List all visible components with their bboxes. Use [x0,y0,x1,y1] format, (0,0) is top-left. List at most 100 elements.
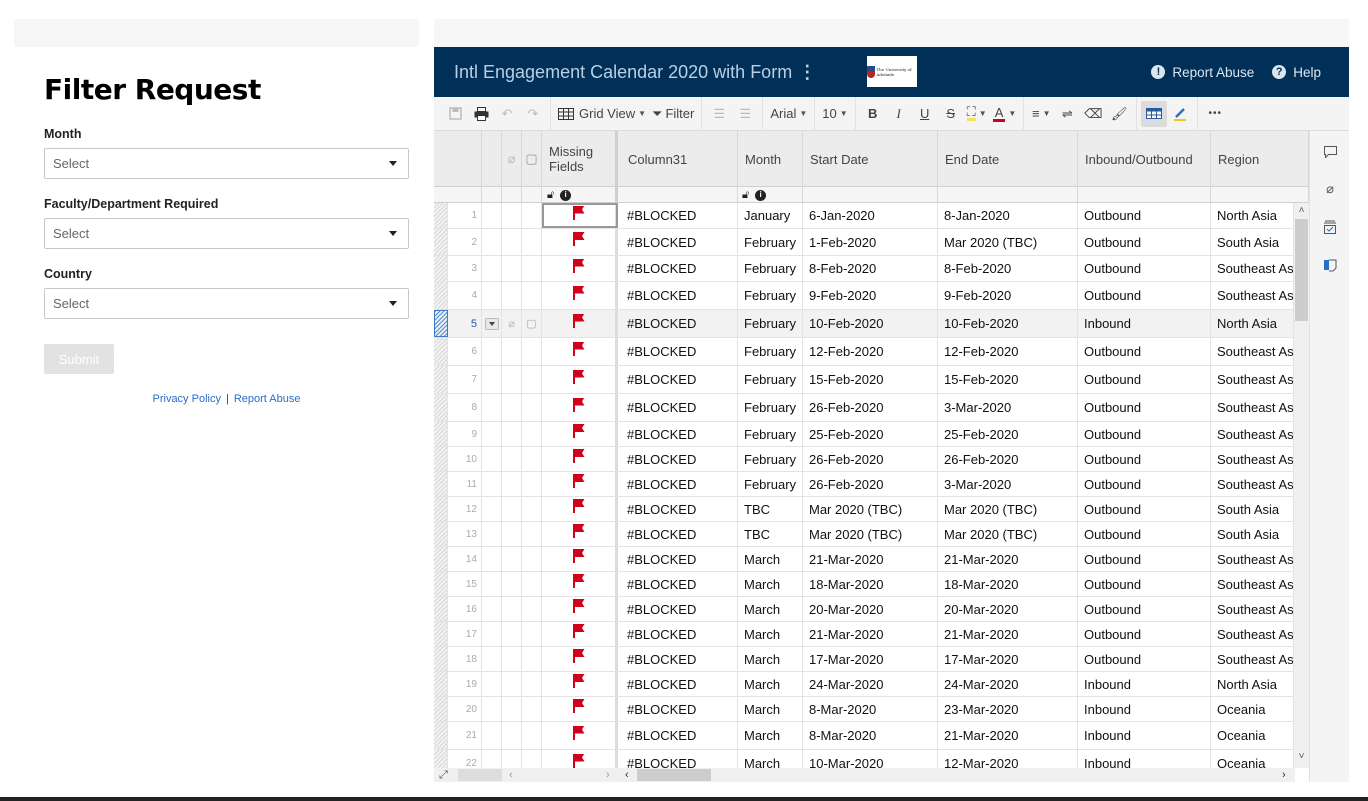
cell-missing-fields[interactable] [542,472,618,496]
cell-region[interactable]: Southeast Asia [1211,394,1294,421]
table-row[interactable]: 10 #BLOCKED February 26-Feb-2020 26-Feb-2020… [434,447,1294,472]
outdent-icon[interactable]: ☰ [706,101,732,127]
row-attachment-cell[interactable] [502,229,522,255]
table-row[interactable]: 12 #BLOCKED TBC Mar 2020 (TBC) Mar 2020 (TBC… [434,497,1294,522]
row-attachment-cell[interactable] [502,647,522,671]
bold-button[interactable]: B [860,101,886,127]
row-drag-handle[interactable] [434,422,448,446]
row-comment-cell[interactable] [522,750,542,768]
cell-missing-fields[interactable] [542,282,618,309]
report-abuse-button[interactable]: ! Report Abuse [1151,65,1254,80]
row-comment-cell[interactable] [522,472,542,496]
row-menu-cell[interactable] [482,522,502,546]
column-header-column31[interactable]: Column31 [621,131,738,187]
cell-end-date[interactable]: 23-Mar-2020 [938,697,1078,721]
cell-month[interactable]: February [738,394,803,421]
cell-column31[interactable]: #BLOCKED [621,750,738,768]
row-drag-handle[interactable] [434,572,448,596]
row-comment-cell[interactable]: ▢ [522,310,542,337]
cell-start-date[interactable]: 12-Feb-2020 [803,338,938,365]
row-drag-handle[interactable] [434,229,448,255]
cell-start-date[interactable]: Mar 2020 (TBC) [803,522,938,546]
cell-start-date[interactable]: 6-Jan-2020 [803,203,938,228]
row-attachment-cell[interactable] [502,366,522,393]
cell-month[interactable]: February [738,366,803,393]
row-drag-handle[interactable] [434,472,448,496]
row-comment-cell[interactable] [522,203,542,228]
row-comment-cell[interactable] [522,338,542,365]
cell-column31[interactable]: #BLOCKED [621,597,738,621]
cell-missing-fields[interactable] [542,622,618,646]
row-attachment-cell[interactable] [502,750,522,768]
cell-column31[interactable]: #BLOCKED [621,229,738,255]
cell-column31[interactable]: #BLOCKED [621,394,738,421]
underline-button[interactable]: U [912,101,938,127]
row-menu-cell[interactable] [482,338,502,365]
row-drag-handle[interactable] [434,597,448,621]
cell-month[interactable]: February [738,422,803,446]
cell-end-date[interactable]: 21-Mar-2020 [938,622,1078,646]
attachment-icon[interactable]: ⌀ [508,317,515,330]
row-attachment-cell[interactable] [502,256,522,281]
cell-month[interactable]: March [738,547,803,571]
row-comment-cell[interactable] [522,394,542,421]
cell-start-date[interactable]: 17-Mar-2020 [803,647,938,671]
cell-start-date[interactable]: 21-Mar-2020 [803,622,938,646]
cell-month[interactable]: TBC [738,522,803,546]
table-row[interactable]: 9 #BLOCKED February 25-Feb-2020 25-Feb-2020 O… [434,422,1294,447]
attachments-icon[interactable]: ⌀ [1322,181,1338,197]
table-row[interactable]: 1 #BLOCKED January 6-Jan-2020 8-Jan-2020 Outb… [434,203,1294,229]
row-attachment-cell[interactable] [502,722,522,749]
cell-end-date[interactable]: 24-Mar-2020 [938,672,1078,696]
cell-end-date[interactable]: Mar 2020 (TBC) [938,497,1078,521]
row-comment-cell[interactable] [522,572,542,596]
cell-end-date[interactable]: 8-Feb-2020 [938,256,1078,281]
row-drag-handle[interactable] [434,282,448,309]
cell-missing-fields[interactable] [542,522,618,546]
cell-end-date[interactable]: 26-Feb-2020 [938,447,1078,471]
cell-region[interactable]: Southeast Asia [1211,422,1294,446]
row-drag-handle[interactable] [434,394,448,421]
cell-column31[interactable]: #BLOCKED [621,647,738,671]
row-comment-cell[interactable] [522,422,542,446]
cell-region[interactable]: North Asia [1211,310,1294,337]
row-menu-cell[interactable] [482,366,502,393]
row-comment-cell[interactable] [522,256,542,281]
cell-column31[interactable]: #BLOCKED [621,547,738,571]
row-attachment-cell[interactable] [502,522,522,546]
cell-column31[interactable]: #BLOCKED [621,697,738,721]
cell-inbound-outbound[interactable]: Outbound [1078,497,1211,521]
row-drag-handle[interactable] [434,522,448,546]
table-row[interactable]: 17 #BLOCKED March 21-Mar-2020 21-Mar-2020 Out… [434,622,1294,647]
cell-region[interactable]: Southeast Asia [1211,366,1294,393]
cell-region[interactable]: North Asia [1211,672,1294,696]
table-row[interactable]: 8 #BLOCKED February 26-Feb-2020 3-Mar-2020 Ou… [434,394,1294,422]
cell-end-date[interactable]: 3-Mar-2020 [938,472,1078,496]
row-drag-handle[interactable] [434,256,448,281]
cell-missing-fields[interactable] [542,497,618,521]
cell-start-date[interactable]: Mar 2020 (TBC) [803,497,938,521]
cell-start-date[interactable]: 8-Mar-2020 [803,722,938,749]
clear-format-icon[interactable]: ⌫ [1080,101,1106,127]
row-drag-handle[interactable] [434,497,448,521]
row-attachment-cell[interactable] [502,547,522,571]
cell-start-date[interactable]: 26-Feb-2020 [803,394,938,421]
cell-start-date[interactable]: 25-Feb-2020 [803,422,938,446]
scroll-right-icon[interactable]: › [1282,768,1286,782]
cell-inbound-outbound[interactable]: Inbound [1078,722,1211,749]
cell-month[interactable]: March [738,572,803,596]
row-menu-cell[interactable] [482,750,502,768]
cell-column31[interactable]: #BLOCKED [621,366,738,393]
row-drag-handle[interactable] [434,750,448,768]
row-menu-cell[interactable] [482,447,502,471]
row-drag-handle[interactable] [434,672,448,696]
cell-missing-fields[interactable] [542,647,618,671]
row-menu-cell[interactable] [482,547,502,571]
cell-missing-fields[interactable] [542,310,618,337]
cell-missing-fields[interactable] [542,256,618,281]
cell-month[interactable]: February [738,310,803,337]
row-drag-handle[interactable] [434,622,448,646]
table-row[interactable]: 20 #BLOCKED March 8-Mar-2020 23-Mar-2020 Inbo… [434,697,1294,722]
table-row[interactable]: 21 #BLOCKED March 8-Mar-2020 21-Mar-2020 Inbo… [434,722,1294,750]
gridlines-toggle[interactable] [1141,100,1168,127]
